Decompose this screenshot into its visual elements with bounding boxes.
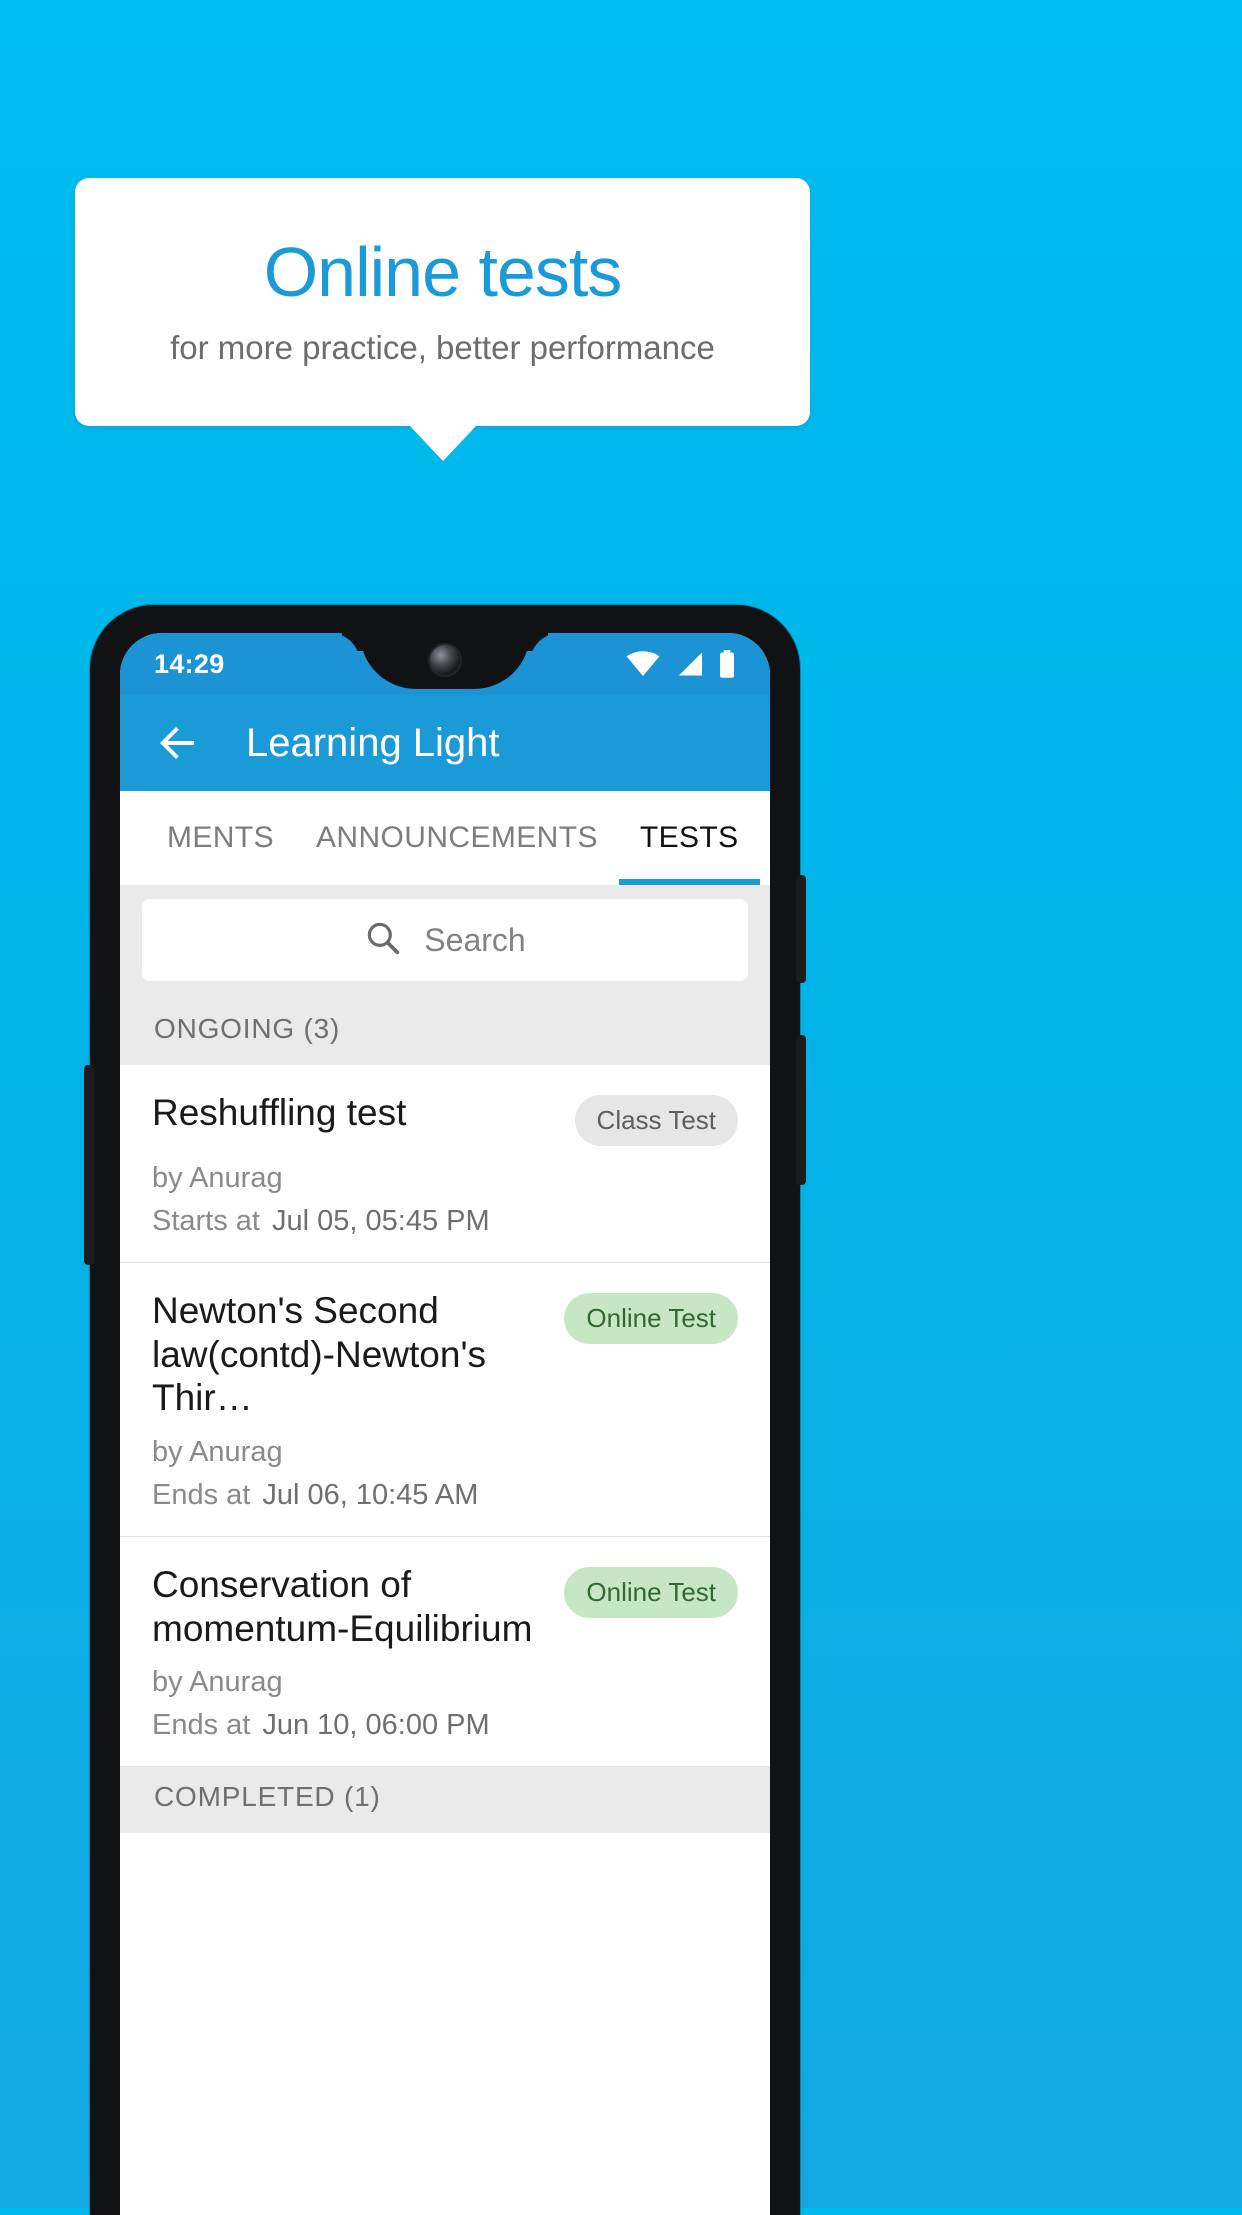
- schedule-label: Ends at: [152, 1709, 251, 1742]
- test-title: Reshuffling test: [152, 1092, 407, 1133]
- status-badge: Online Test: [564, 1566, 738, 1618]
- test-author: by Anurag: [152, 1162, 283, 1194]
- tab-bar: MENTS ANNOUNCEMENTS TESTS VIDEOS: [120, 791, 770, 885]
- list-item[interactable]: Reshuffling test Class Test by Anurag St…: [120, 1065, 770, 1263]
- schedule-value: Jun 10, 06:00 PM: [262, 1709, 490, 1742]
- test-schedule: Starts at Jul 05, 05:45 PM: [152, 1205, 738, 1238]
- promo-card: Online tests for more practice, better p…: [75, 178, 810, 426]
- signal-icon: [674, 651, 704, 677]
- list-item-header: Newton's Second law(contd)-Newton's Thir…: [152, 1289, 738, 1420]
- search-input[interactable]: Search: [142, 899, 748, 981]
- status-bar: 14:29: [120, 633, 770, 695]
- search-placeholder: Search: [424, 921, 526, 958]
- tab-announcements[interactable]: ANNOUNCEMENTS: [295, 791, 619, 885]
- phone-frame: 14:29 Learning Light MENTS ANNOUNCEMENTS…: [84, 605, 806, 2215]
- phone-screen: 14:29 Learning Light MENTS ANNOUNCEMENTS…: [120, 633, 770, 2215]
- list-item-header: Conservation of momentum-Equilibrium Onl…: [152, 1563, 738, 1650]
- display-notch: [360, 633, 530, 689]
- promo-card-pointer: [409, 425, 477, 461]
- list-item[interactable]: Conservation of momentum-Equilibrium Onl…: [120, 1536, 770, 1768]
- power-button[interactable]: [796, 875, 806, 983]
- battery-icon: [718, 650, 736, 678]
- search-icon: [364, 919, 402, 962]
- test-list[interactable]: ONGOING (3) Reshuffling test Class Test …: [120, 999, 770, 1834]
- status-time: 14:29: [154, 648, 225, 679]
- section-header-completed: COMPLETED (1): [120, 1767, 770, 1834]
- schedule-label: Starts at: [152, 1205, 260, 1237]
- volume-button[interactable]: [796, 1035, 806, 1185]
- promo-title: Online tests: [263, 233, 623, 311]
- section-header-ongoing: ONGOING (3): [120, 999, 770, 1065]
- search-container: Search: [120, 885, 770, 999]
- front-camera-icon: [430, 645, 460, 675]
- tab-videos[interactable]: VIDEOS: [760, 791, 770, 885]
- status-badge: Class Test: [574, 1095, 738, 1146]
- assistant-button[interactable]: [84, 1065, 94, 1265]
- status-icons: [626, 650, 736, 678]
- status-badge: Online Test: [564, 1293, 738, 1344]
- list-item-header: Reshuffling test Class Test: [152, 1091, 738, 1146]
- list-item[interactable]: Newton's Second law(contd)-Newton's Thir…: [120, 1263, 770, 1537]
- tab-ments[interactable]: MENTS: [146, 791, 295, 885]
- tab-tests[interactable]: TESTS: [618, 791, 760, 885]
- page-title: Learning Light: [246, 720, 500, 765]
- test-title: Conservation of momentum-Equilibrium: [152, 1563, 533, 1649]
- test-author: by Anurag: [152, 1666, 283, 1699]
- test-title: Newton's Second law(contd)-Newton's Thir…: [152, 1290, 487, 1419]
- wifi-icon: [626, 651, 660, 677]
- promo-subtitle: for more practice, better performance: [170, 329, 715, 366]
- test-author: by Anurag: [152, 1435, 283, 1468]
- test-schedule: Ends at Jul 06, 10:45 AM: [152, 1479, 738, 1512]
- app-toolbar: Learning Light: [120, 695, 770, 791]
- test-schedule: Ends at Jun 10, 06:00 PM: [152, 1709, 738, 1742]
- schedule-value: Jul 06, 10:45 AM: [262, 1478, 479, 1511]
- back-arrow-icon[interactable]: [154, 719, 202, 767]
- schedule-value: Jul 05, 05:45 PM: [272, 1205, 490, 1237]
- schedule-label: Ends at: [152, 1478, 251, 1511]
